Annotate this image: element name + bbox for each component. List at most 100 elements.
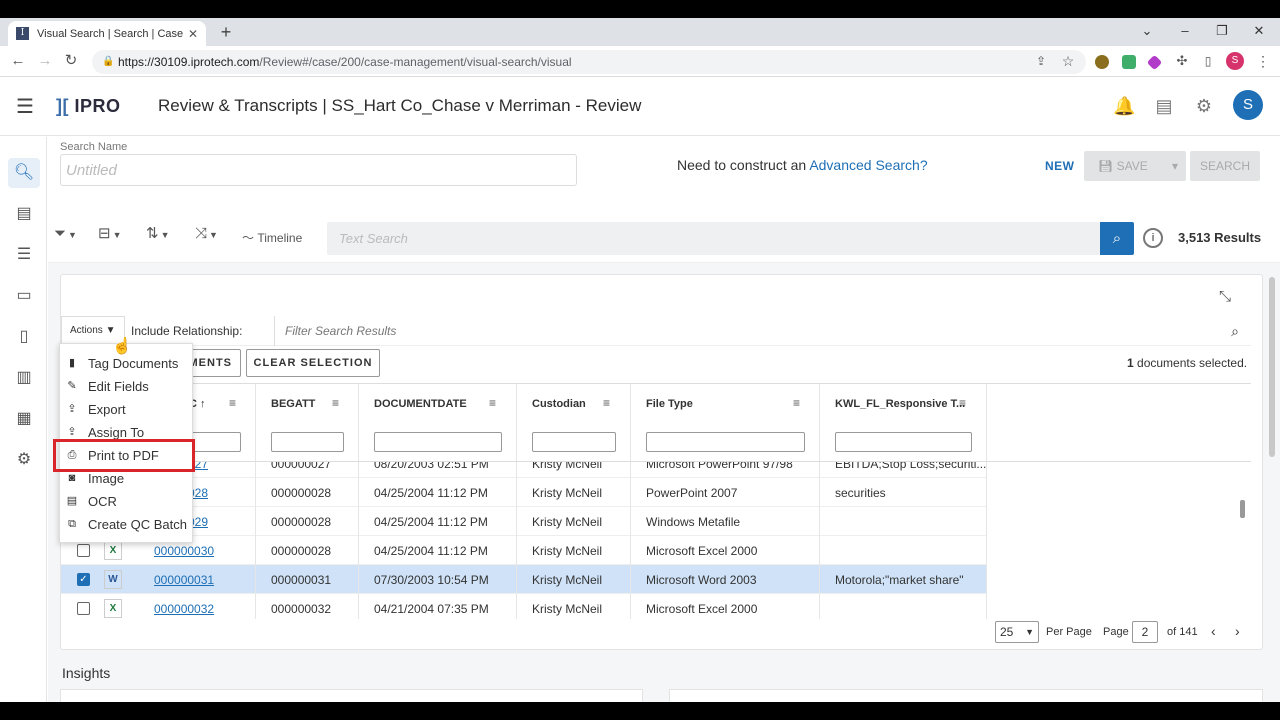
doc-column-filter[interactable] [189, 432, 241, 452]
filetype-column-filter[interactable] [646, 432, 805, 452]
custodian-cell: Kristy McNeil [532, 602, 603, 616]
doc-link[interactable]: 000000030 [154, 544, 214, 558]
info-icon[interactable]: i [1143, 228, 1163, 248]
column-menu-icon[interactable]: ≡ [793, 396, 800, 410]
table-row[interactable]: 027 000000027 08/20/2003 02:51 PM Kristy… [61, 462, 986, 478]
page-number-input[interactable]: 2 [1132, 621, 1158, 643]
hierarchy-dropdown[interactable]: ⊟ ▼ [98, 226, 122, 243]
tab-search-icon[interactable]: ⌄ [1132, 22, 1162, 40]
kwl-column-filter[interactable] [835, 432, 972, 452]
browser-menu-icon[interactable]: ⋮ [1254, 52, 1272, 70]
menu-item-create-qc-batch[interactable]: ⧉ Create QC Batch [60, 513, 194, 536]
custodian-column-filter[interactable] [532, 432, 616, 452]
expand-icon[interactable]: ⤡ [610, 700, 622, 702]
column-menu-icon[interactable]: ≡ [603, 396, 610, 410]
column-menu-icon[interactable]: ≡ [332, 396, 339, 410]
save-button[interactable]: 💾︎ SAVE ▾ [1084, 151, 1186, 181]
nav-users-icon[interactable]: ☰ [8, 240, 40, 270]
kwl-cell: securities [835, 486, 886, 500]
back-icon[interactable]: ← [9, 52, 27, 70]
new-search-button[interactable]: NEW [1045, 159, 1075, 173]
text-search-button[interactable]: ⌕ [1100, 222, 1134, 255]
insights-heading: Insights [62, 665, 111, 681]
grid-scrollbar[interactable] [1240, 500, 1245, 518]
ipro-favicon-icon: I [16, 27, 29, 40]
column-header-kwl[interactable]: KWL_FL_Responsive T... [835, 398, 965, 410]
hamburger-menu-icon[interactable]: ☰ [16, 97, 34, 117]
table-row[interactable]: X 000000032 000000032 04/21/2004 07:35 P… [61, 594, 986, 619]
expand-icon[interactable]: ⤡ [1219, 700, 1231, 702]
column-header-filetype[interactable]: File Type [646, 398, 693, 410]
notifications-bell-icon[interactable]: 🔔 [1113, 95, 1135, 117]
extension-cookie-icon[interactable] [1095, 55, 1109, 69]
clear-selection-button[interactable]: CLEAR SELECTION [246, 349, 380, 377]
browser-profile-avatar[interactable]: S [1226, 52, 1244, 70]
reload-icon[interactable]: ↻ [62, 52, 80, 70]
filter-results-input[interactable]: Filter Search Results [277, 316, 1220, 346]
include-relationship-selector[interactable]: Include Relationship: None [127, 316, 275, 368]
menu-item-ocr[interactable]: ▤ OCR [60, 490, 194, 513]
settings-gear-icon[interactable]: ⚙ [1193, 95, 1215, 117]
table-row-selected[interactable]: ✓ W 000000031 000000031 07/30/2003 10:54… [61, 565, 986, 594]
per-page-select[interactable]: 25 ▼ [995, 621, 1039, 643]
advanced-search-link[interactable]: Advanced Search? [809, 157, 927, 173]
star-icon[interactable]: ☆ [1059, 52, 1077, 70]
column-header-documentdate[interactable]: DOCUMENTDATE [374, 398, 467, 410]
nav-document-icon[interactable]: ▤ [8, 199, 40, 229]
documentdate-column-filter[interactable] [374, 432, 502, 452]
column-header-custodian[interactable]: Custodian [532, 398, 586, 410]
column-menu-icon[interactable]: ≡ [229, 396, 236, 410]
nav-chart-icon[interactable]: ▦ [8, 404, 40, 434]
sort-dropdown[interactable]: ⇅ ▼ [146, 226, 170, 243]
table-row[interactable]: X 000000030 000000028 04/25/2004 11:12 P… [61, 536, 986, 565]
url-field[interactable]: 🔒 https://30109.iprotech.com/Review#/cas… [92, 50, 1086, 74]
text-search-input[interactable]: Text Search [327, 222, 1100, 255]
nav-search-icon[interactable]: 🔍︎ [8, 158, 40, 188]
column-header-begatt[interactable]: BEGATT [271, 398, 315, 410]
doc-link[interactable]: 000000032 [154, 602, 214, 616]
filter-dropdown[interactable]: ⏷ ▼ [54, 226, 77, 243]
menu-item-export[interactable]: ⇪ Export [60, 398, 194, 421]
user-avatar[interactable]: S [1233, 90, 1263, 120]
search-button[interactable]: SEARCH [1190, 151, 1260, 181]
nav-report-icon[interactable]: ▥ [8, 363, 40, 393]
search-header: Search Name Untitled Need to construct a… [48, 137, 1280, 203]
new-tab-button[interactable]: + [216, 21, 236, 43]
row-checkbox[interactable] [77, 544, 90, 557]
row-checkbox-checked[interactable]: ✓ [77, 573, 90, 586]
save-dropdown-caret-icon[interactable]: ▾ [1172, 151, 1178, 181]
table-row[interactable]: 028 000000028 04/25/2004 11:12 PM Kristy… [61, 478, 986, 507]
tab-strip: I Visual Search | Search | Case Ma ✕ + ⌄… [0, 18, 1280, 46]
nav-file-icon[interactable]: ▯ [8, 322, 40, 352]
next-page-icon[interactable]: › [1235, 623, 1240, 639]
column-menu-icon[interactable]: ≡ [959, 396, 966, 410]
extension-green-icon[interactable] [1122, 55, 1136, 69]
close-window-button[interactable]: ✕ [1244, 22, 1274, 40]
messages-icon[interactable]: ▤ [1153, 95, 1175, 117]
shuffle-dropdown[interactable]: ⤨ ▼ [195, 226, 218, 243]
menu-item-edit-fields[interactable]: ✎ Edit Fields [60, 375, 194, 398]
extension-purple-icon[interactable] [1146, 54, 1163, 71]
column-menu-icon[interactable]: ≡ [489, 396, 496, 410]
forward-icon[interactable]: → [36, 52, 54, 70]
filter-search-icon[interactable]: ⌕ [1220, 316, 1250, 346]
begatt-column-filter[interactable] [271, 432, 344, 452]
nav-monitor-icon[interactable]: ▭ [8, 281, 40, 311]
maximize-button[interactable]: ❐ [1207, 22, 1237, 40]
share-icon[interactable]: ⇪ [1032, 52, 1050, 70]
browser-tab[interactable]: I Visual Search | Search | Case Ma ✕ [8, 21, 206, 46]
close-tab-icon[interactable]: ✕ [188, 27, 198, 41]
side-panel-icon[interactable]: ▯ [1199, 52, 1217, 70]
page-scrollbar[interactable] [1269, 277, 1275, 457]
minimize-button[interactable]: – [1170, 22, 1200, 40]
timeline-button[interactable]: 〜 Timeline [242, 229, 302, 246]
row-checkbox[interactable] [77, 602, 90, 615]
expand-icon[interactable]: ⤡ [1219, 288, 1231, 305]
search-name-input[interactable]: Untitled [60, 154, 577, 186]
ipro-logo[interactable]: ][ IPRO [56, 96, 121, 117]
doc-link[interactable]: 000000031 [154, 573, 214, 587]
table-row[interactable]: 029 000000028 04/25/2004 11:12 PM Kristy… [61, 507, 986, 536]
nav-settings-icon[interactable]: ⚙ [8, 445, 40, 475]
prev-page-icon[interactable]: ‹ [1211, 623, 1216, 639]
extensions-puzzle-icon[interactable]: ✣ [1173, 52, 1191, 70]
